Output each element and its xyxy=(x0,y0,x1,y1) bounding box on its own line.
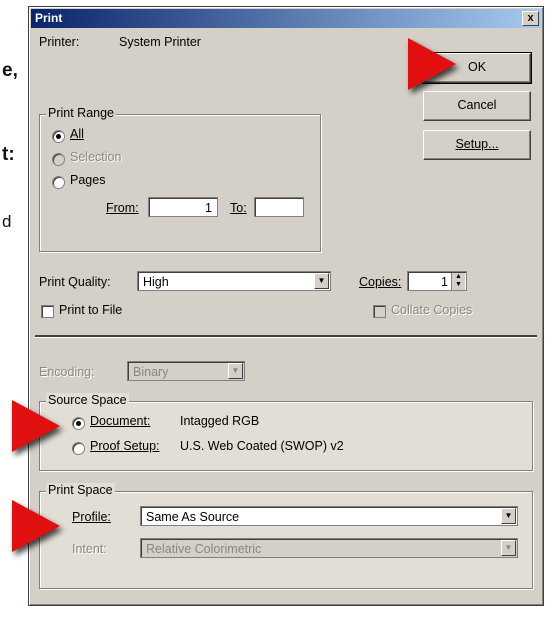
close-button[interactable]: x xyxy=(522,11,539,26)
print-range-title: Print Range xyxy=(46,106,117,120)
to-label: To: xyxy=(230,201,247,215)
copies-spinner[interactable]: 1 ▲ ▼ xyxy=(407,271,467,291)
encoding-value: Binary xyxy=(133,365,169,379)
red-arrow-profile-annotation xyxy=(12,500,60,552)
proof-setup-value: U.S. Web Coated (SWOP) v2 xyxy=(180,439,344,453)
print-dialog: Print x Printer: System Printer OK Cance… xyxy=(28,6,544,606)
print-quality-value: High xyxy=(143,275,169,289)
profile-value: Same As Source xyxy=(146,510,240,524)
red-arrow-ok-annotation xyxy=(408,38,456,90)
from-field[interactable]: 1 xyxy=(148,197,218,217)
chevron-down-icon[interactable]: ▼ xyxy=(501,540,516,556)
print-space-group: Print Space Profile: Same As Source ▼ In… xyxy=(39,483,533,589)
chevron-down-icon[interactable]: ▼ xyxy=(314,273,329,289)
all-label[interactable]: All xyxy=(70,127,84,141)
collate-checkbox[interactable] xyxy=(373,305,386,318)
all-radio[interactable] xyxy=(52,130,65,143)
encoding-dropdown[interactable]: Binary ▼ xyxy=(127,361,245,381)
pages-label[interactable]: Pages xyxy=(70,173,105,187)
dialog-title: Print xyxy=(35,11,63,25)
spinner-arrows-icon[interactable]: ▲ ▼ xyxy=(451,273,465,290)
red-arrow-source-space-annotation xyxy=(12,400,60,452)
document-radio[interactable] xyxy=(72,417,85,430)
print-range-group: Print Range All Selection Pages From: 1 … xyxy=(39,106,321,252)
print-quality-dropdown[interactable]: High ▼ xyxy=(137,271,331,291)
print-to-file-label[interactable]: Print to File xyxy=(59,303,122,317)
from-label: From: xyxy=(106,201,139,215)
chevron-down-icon[interactable]: ▼ xyxy=(228,363,243,379)
intent-dropdown[interactable]: Relative Colorimetric ▼ xyxy=(140,538,518,558)
encoding-label: Encoding: xyxy=(39,365,95,379)
profile-dropdown[interactable]: Same As Source ▼ xyxy=(140,506,518,526)
intent-label: Intent: xyxy=(72,542,107,556)
copies-label: Copies: xyxy=(359,275,402,289)
cancel-button[interactable]: Cancel xyxy=(423,91,531,121)
copies-value: 1 xyxy=(441,275,448,289)
chevron-down-icon[interactable]: ▼ xyxy=(501,508,516,524)
printer-label: Printer: xyxy=(39,35,80,49)
selection-label[interactable]: Selection xyxy=(70,150,121,164)
to-field[interactable] xyxy=(254,197,304,217)
printer-value: System Printer xyxy=(119,35,201,49)
title-bar[interactable]: Print x xyxy=(31,9,541,28)
collate-label[interactable]: Collate Copies xyxy=(391,303,472,317)
document-label[interactable]: Document: xyxy=(90,414,150,428)
proof-setup-label[interactable]: Proof Setup: xyxy=(90,439,160,453)
selection-radio[interactable] xyxy=(52,153,65,166)
setup-button[interactable]: Setup... xyxy=(423,130,531,160)
print-space-title: Print Space xyxy=(46,483,115,497)
print-quality-label: Print Quality: xyxy=(39,275,111,289)
background-doc-text: t: xyxy=(2,144,15,165)
print-to-file-checkbox[interactable] xyxy=(41,305,54,318)
background-doc-text: d xyxy=(2,212,12,231)
proof-setup-radio[interactable] xyxy=(72,442,85,455)
separator xyxy=(35,335,537,338)
document-value: Intagged RGB xyxy=(180,414,260,428)
pages-radio[interactable] xyxy=(52,176,65,189)
background-doc-text: e, xyxy=(2,60,18,81)
setup-label: Setup... xyxy=(455,137,499,151)
source-space-group: Source Space Document: Intagged RGB Proo… xyxy=(39,393,533,471)
intent-value: Relative Colorimetric xyxy=(146,542,262,556)
cancel-label: Cancel xyxy=(457,98,497,112)
profile-label: Profile: xyxy=(72,510,111,524)
